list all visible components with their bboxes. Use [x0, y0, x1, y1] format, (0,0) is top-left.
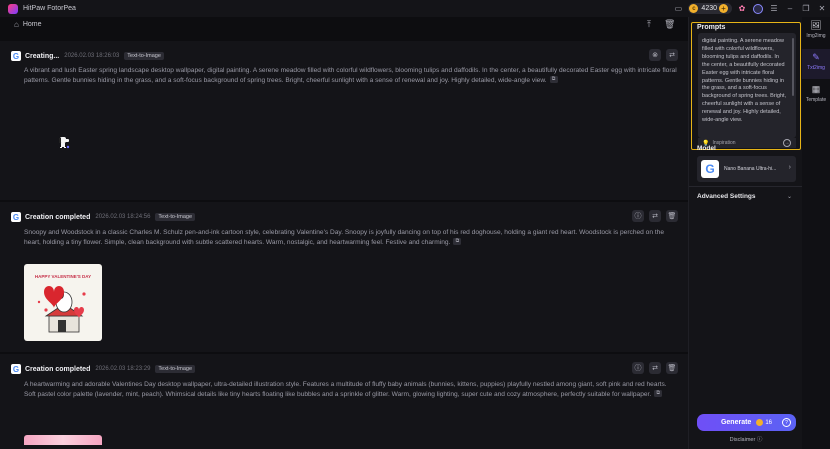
settings-panel: Prompts digital painting. A serene meado…	[688, 17, 803, 449]
prompts-section: Prompts digital painting. A serene meado…	[691, 22, 801, 150]
rail-item-template[interactable]: ▦ Template	[802, 81, 830, 111]
generation-card: G Creation completed 2026.02.03 18:24:56…	[0, 202, 688, 352]
stop-icon[interactable]: ⊗	[649, 49, 661, 61]
generation-card: G Creating... 2026.02.03 18:26:03 Text-t…	[0, 41, 688, 200]
generation-card: G Creation completed 2026.02.03 18:23:29…	[0, 354, 688, 449]
submit-arrow-icon[interactable]: →	[783, 139, 791, 147]
prompt-text: A vibrant and lush Easter spring landsca…	[24, 67, 677, 84]
disclaimer-label: Disclaimer	[729, 437, 756, 443]
avatar[interactable]	[753, 3, 763, 14]
app-logo	[8, 3, 18, 14]
loading-animation	[59, 137, 70, 149]
avatar-wrap[interactable]	[750, 0, 766, 17]
rail-label: Img2img	[806, 33, 826, 39]
prompts-title: Prompts	[697, 24, 726, 31]
copy-icon[interactable]: ⧉	[654, 390, 663, 398]
info-icon[interactable]: ⓘ	[632, 210, 644, 222]
card-header: G Creation completed 2026.02.03 18:23:29…	[11, 363, 196, 375]
card-actions: ⓘ ⇄ 🗑	[632, 362, 678, 374]
snoopy-illustration	[37, 286, 86, 333]
copy-icon[interactable]: ⧉	[549, 76, 558, 84]
coin-icon	[756, 419, 764, 426]
minimize-icon[interactable]: –	[782, 0, 798, 17]
rail-item-img2img[interactable]: 🖼 Img2img	[802, 17, 830, 47]
mode-rail: 🖼 Img2img ✎ Txt2img ▦ Template	[802, 17, 830, 449]
card-prompt: A heartwarming and adorable Valentines D…	[24, 380, 680, 399]
prompt-input[interactable]: digital painting. A serene meadow filled…	[698, 33, 796, 138]
card-timestamp: 2026.02.03 18:24:56	[95, 214, 151, 220]
help-icon[interactable]: ?	[782, 418, 791, 427]
close-icon[interactable]: ✕	[814, 0, 830, 17]
rail-label: Template	[805, 97, 827, 103]
model-selector[interactable]: G Nano Banana Ultra-hi... ›	[697, 156, 796, 182]
title-bar-controls: ▭ c 4230 + ✿ ☰ – ❐ ✕	[670, 0, 830, 17]
google-icon: G	[11, 364, 21, 374]
coin-balance[interactable]: c 4230 +	[688, 3, 732, 14]
regenerate-icon[interactable]: ⇄	[649, 210, 661, 222]
result-thumbnail[interactable]: HAPPY VALENTINE'S DAY	[24, 264, 102, 341]
card-timestamp: 2026.02.03 18:23:29	[95, 366, 151, 372]
advanced-settings-toggle[interactable]: Advanced Settings	[697, 193, 756, 200]
app-title: HitPaw FotorPea	[23, 5, 76, 12]
delete-icon[interactable]: 🗑	[666, 362, 678, 374]
google-icon: G	[11, 51, 21, 61]
card-actions: ⊗ ⇄	[649, 49, 678, 61]
generate-button[interactable]: Generate 16 ?	[697, 414, 796, 431]
image-icon: 🖼	[810, 20, 822, 30]
gift-icon[interactable]: ✿	[734, 0, 750, 17]
generate-cost: 16	[765, 419, 773, 426]
generate-label: Generate	[720, 419, 752, 426]
mode-tag: Text-to-Image	[155, 213, 196, 221]
home-link[interactable]: Home	[23, 21, 42, 28]
rail-label: Txt2img	[807, 65, 825, 71]
card-status: Creation completed	[25, 365, 91, 373]
template-icon: ▦	[811, 84, 821, 94]
card-status: Creation completed	[25, 213, 91, 221]
title-bar: HitPaw FotorPea ▭ c 4230 + ✿ ☰ – ❐ ✕	[0, 0, 830, 17]
prompt-text: A heartwarming and adorable Valentines D…	[24, 381, 667, 398]
coin-count: 4230	[701, 5, 717, 12]
menu-icon[interactable]: ☰	[766, 0, 782, 17]
trash-icon[interactable]: 🗑	[664, 19, 675, 30]
text-image-icon: ✎	[812, 52, 820, 62]
regenerate-icon[interactable]: ⇄	[666, 49, 678, 61]
card-prompt: A vibrant and lush Easter spring landsca…	[24, 66, 680, 85]
prompt-text: Snoopy and Woodstock in a classic Charle…	[24, 229, 665, 246]
generation-feed: G Creating... 2026.02.03 18:26:03 Text-t…	[0, 41, 688, 449]
model-title: Model	[697, 145, 716, 152]
model-name: Nano Banana Ultra-hi...	[724, 166, 777, 172]
delete-icon[interactable]: 🗑	[666, 210, 678, 222]
card-timestamp: 2026.02.03 18:26:03	[64, 53, 120, 59]
prompt-scrollbar[interactable]	[792, 38, 794, 96]
chevron-down-icon[interactable]: ⌄	[787, 193, 792, 200]
copy-icon[interactable]: ⧉	[453, 238, 462, 246]
tablet-icon[interactable]: ▭	[670, 0, 686, 17]
add-coins-icon[interactable]: +	[719, 4, 728, 13]
regenerate-icon[interactable]: ⇄	[649, 362, 661, 374]
google-icon: G	[701, 160, 719, 178]
mode-tag: Text-to-Image	[124, 52, 164, 60]
card-status: Creating...	[25, 52, 60, 60]
card-prompt: Snoopy and Woodstock in a classic Charle…	[24, 228, 680, 247]
coin-icon: c	[689, 4, 699, 13]
info-icon[interactable]: ⓘ	[632, 362, 644, 374]
nav-actions: ⤒ 🗑	[644, 17, 675, 31]
google-icon: G	[11, 212, 21, 222]
nav-bar: ⌂ Home ⤒ 🗑	[0, 17, 688, 31]
chevron-right-icon: ›	[788, 164, 791, 171]
restore-icon[interactable]: ❐	[798, 0, 814, 17]
prompt-input-text: digital painting. A serene meadow filled…	[702, 38, 787, 124]
result-thumbnail[interactable]	[24, 435, 102, 445]
upload-icon[interactable]: ⤒	[644, 19, 654, 30]
card-header: G Creation completed 2026.02.03 18:24:56…	[11, 211, 196, 223]
rail-item-txt2img[interactable]: ✎ Txt2img	[802, 49, 830, 79]
mode-tag: Text-to-Image	[155, 365, 196, 373]
divider	[689, 186, 803, 187]
home-icon[interactable]: ⌂	[14, 20, 19, 29]
card-header: G Creating... 2026.02.03 18:26:03 Text-t…	[11, 50, 164, 62]
disclaimer-link[interactable]: Disclaimer ⓘ	[689, 435, 803, 443]
card-actions: ⓘ ⇄ 🗑	[632, 210, 678, 222]
